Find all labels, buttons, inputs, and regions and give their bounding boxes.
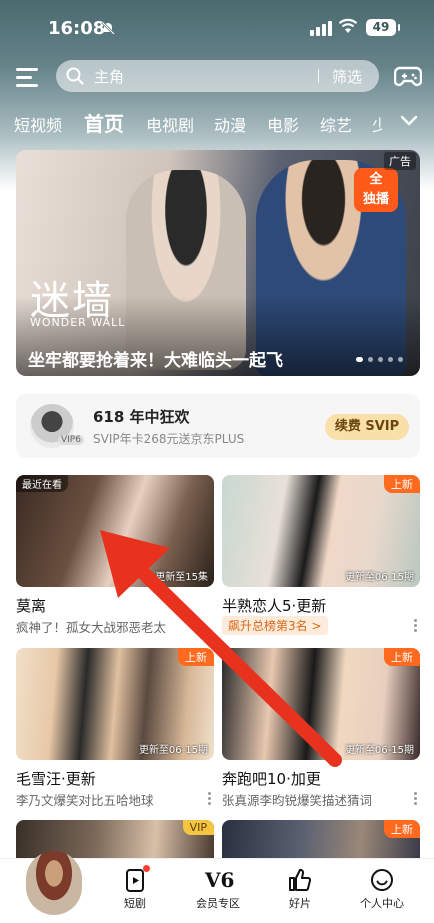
- rank-badge[interactable]: 飙升总榜第3名 >: [222, 616, 328, 635]
- video-thumbnail: 上新: [222, 820, 420, 860]
- vip-tag: VIP: [182, 820, 214, 835]
- search-input[interactable]: 主角: [94, 66, 124, 87]
- video-card[interactable]: 上新: [222, 820, 420, 860]
- signal-icon: [310, 21, 332, 36]
- chevron-down-icon[interactable]: [399, 110, 419, 130]
- more-options-icon[interactable]: [204, 792, 214, 806]
- new-tag: 上新: [178, 648, 214, 666]
- gamepad-icon[interactable]: [394, 63, 422, 89]
- nav-label: 个人中心: [360, 897, 404, 910]
- tab-home[interactable]: 首页: [84, 108, 124, 137]
- recently-watched-label: 最近在看: [16, 475, 68, 492]
- smile-icon: [371, 869, 393, 891]
- nav-good-films[interactable]: 好片: [270, 867, 330, 911]
- card-title: 毛雪汪·更新: [16, 770, 96, 788]
- episode-label: 更新至06-15期: [344, 572, 414, 583]
- nav-label: 好片: [289, 897, 311, 910]
- nav-label: 短剧: [124, 897, 146, 910]
- thumbs-up-icon: [289, 868, 312, 891]
- v6-icon: V6: [205, 868, 235, 892]
- new-tag: 上新: [384, 820, 420, 838]
- more-options-icon[interactable]: [410, 792, 420, 806]
- nav-membership[interactable]: V6 会员专区: [188, 867, 248, 911]
- vip-level-badge: VIP6: [58, 435, 84, 445]
- new-tag: 上新: [384, 648, 420, 666]
- episode-label: 更新至15集: [155, 572, 208, 583]
- tab-movies[interactable]: 电影: [267, 112, 299, 136]
- bottom-nav: 短剧 V6 会员专区 好片 个人中心: [0, 851, 434, 923]
- tab-kids[interactable]: 少: [372, 112, 382, 136]
- nav-short-drama[interactable]: 短剧: [105, 865, 165, 911]
- new-tag: 上新: [384, 475, 420, 493]
- tab-anime[interactable]: 动漫: [214, 112, 246, 136]
- card-title: 半熟恋人5·更新: [222, 597, 327, 615]
- video-card[interactable]: 上新 更新至06-15期 半熟恋人5·更新 飙升总榜第3名 >: [222, 475, 420, 635]
- banner-logo-sub: WONDER WALL: [30, 316, 126, 329]
- category-tabs: 短视频 首页 电视剧 动漫 电影 综艺 少: [14, 108, 434, 138]
- nav-label: 会员专区: [196, 897, 240, 910]
- video-card[interactable]: 最近在看 更新至15集 莫离 疯神了！孤女大战邪恶老太: [16, 475, 214, 635]
- menu-icon[interactable]: [16, 68, 40, 87]
- nav-profile[interactable]: 个人中心: [352, 867, 412, 911]
- vip-promo-subtitle: SVIP年卡268元送京东PLUS: [93, 432, 245, 446]
- card-subtitle: 张真源李昀锐爆笑描述猜词: [222, 793, 373, 808]
- episode-label: 更新至06-15期: [344, 745, 414, 756]
- more-options-icon[interactable]: [410, 619, 420, 633]
- ad-badge[interactable]: 广告: [384, 152, 416, 170]
- status-bar: 16:08 49: [0, 0, 434, 56]
- battery-indicator: 49: [366, 19, 400, 36]
- video-thumbnail: 上新 更新至06-15期: [222, 475, 420, 587]
- video-card[interactable]: 上新 更新至06-15期 奔跑吧10·加更 张真源李昀锐爆笑描述猜词: [222, 648, 420, 808]
- banner-pagination: [356, 357, 403, 362]
- card-subtitle: 疯神了！孤女大战邪恶老太: [16, 620, 167, 635]
- card-subtitle: 李乃文爆笑对比五哈地球: [16, 793, 154, 808]
- video-thumbnail: 最近在看 更新至15集: [16, 475, 214, 587]
- search-icon: [66, 67, 84, 85]
- home-avatar-tab[interactable]: [26, 851, 82, 915]
- wifi-icon: [338, 18, 358, 33]
- hero-banner[interactable]: 全 独播 广告 迷墙 WONDER WALL 坐牢都要抢着来！大难临头一起飞: [16, 150, 420, 376]
- search-divider: [318, 69, 319, 83]
- renew-svip-button[interactable]: 续费 SVIP: [325, 414, 409, 440]
- bell-mute-icon: [101, 21, 115, 35]
- notification-dot: [143, 865, 150, 872]
- video-card[interactable]: 上新 更新至06-15期 毛雪汪·更新 李乃文爆笑对比五哈地球: [16, 648, 214, 808]
- tab-tv-series[interactable]: 电视剧: [146, 112, 194, 136]
- search-bar[interactable]: 主角 筛选: [56, 60, 379, 92]
- banner-caption: 坐牢都要抢着来！大难临头一起飞: [28, 351, 283, 371]
- tab-short-video[interactable]: 短视频: [14, 112, 62, 136]
- card-title: 奔跑吧10·加更: [222, 770, 321, 788]
- vip-promo-card[interactable]: VIP6 618 年中狂欢 SVIP年卡268元送京东PLUS 续费 SVIP: [16, 394, 420, 458]
- tab-variety[interactable]: 综艺: [320, 112, 352, 136]
- episode-label: 更新至06-15期: [138, 745, 208, 756]
- video-thumbnail: 上新 更新至06-15期: [16, 648, 214, 760]
- filter-button[interactable]: 筛选: [332, 66, 362, 87]
- video-thumbnail: 上新 更新至06-15期: [222, 648, 420, 760]
- status-time: 16:08: [48, 18, 106, 39]
- card-title: 莫离: [16, 597, 47, 615]
- vip-promo-title: 618 年中狂欢: [93, 408, 190, 426]
- promo-tag: 全 独播: [354, 168, 398, 212]
